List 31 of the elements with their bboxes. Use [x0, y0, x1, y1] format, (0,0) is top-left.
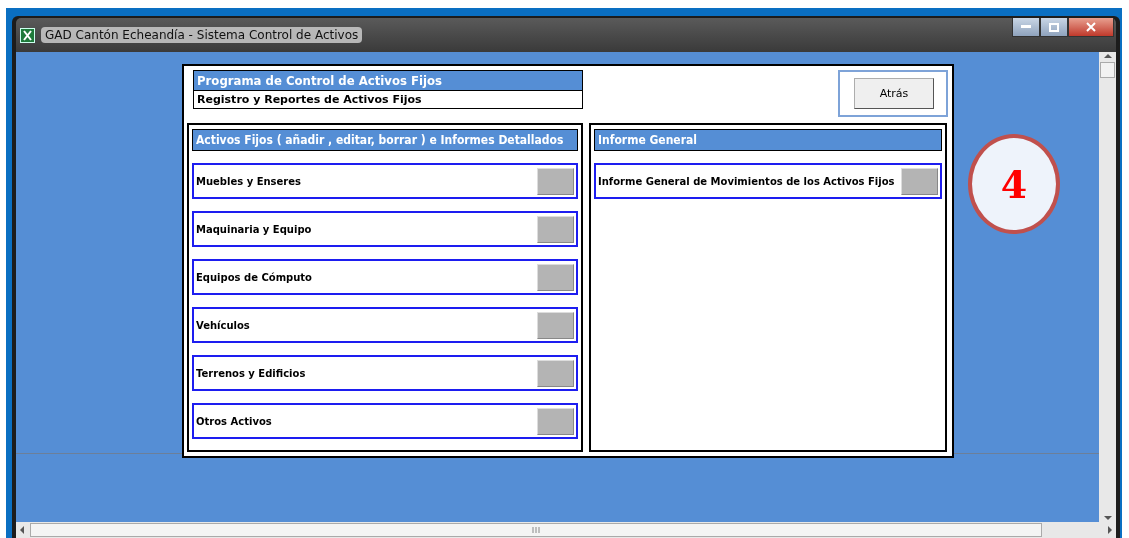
menu-label: Terrenos y Edificios	[196, 367, 306, 379]
open-button[interactable]	[537, 215, 574, 243]
section-title: Informe General	[594, 129, 942, 151]
back-button[interactable]: Atrás	[854, 78, 934, 109]
open-button[interactable]	[901, 167, 938, 195]
open-button[interactable]	[537, 407, 574, 435]
menu-label: Maquinaria y Equipo	[196, 223, 312, 235]
open-button[interactable]	[537, 359, 574, 387]
open-button[interactable]	[537, 263, 574, 291]
program-subtitle: Registro y Reportes de Activos Fijos	[196, 92, 423, 108]
menu-label: Vehículos	[196, 319, 250, 331]
program-title: Programa de Control de Activos Fijos	[194, 71, 582, 91]
menu-label: Otros Activos	[196, 415, 272, 427]
close-button[interactable]	[1068, 18, 1114, 37]
menu-label: Equipos de Cómputo	[196, 271, 312, 283]
step-number: 4	[968, 134, 1060, 234]
maximize-icon	[1049, 22, 1059, 32]
section-title: Activos Fijos ( añadir , editar, borrar ) e Informes Detallados	[192, 129, 578, 151]
minimize-icon	[1021, 25, 1031, 29]
menu-label: Muebles y Enseres	[196, 175, 301, 187]
scroll-left-icon[interactable]	[18, 526, 26, 534]
minimize-button[interactable]	[1012, 18, 1040, 37]
window-title: GAD Cantón Echeandía - Sistema Control de Activos	[41, 27, 363, 43]
maximize-button[interactable]	[1040, 18, 1068, 37]
spreadsheet-icon	[20, 27, 35, 43]
scroll-right-icon[interactable]	[1106, 526, 1114, 534]
open-button[interactable]	[537, 167, 574, 195]
grip-icon	[532, 527, 540, 533]
close-icon	[1086, 22, 1096, 32]
menu-label: Informe General de Movimientos de los Activos Fijos	[598, 175, 895, 187]
open-button[interactable]	[537, 311, 574, 339]
